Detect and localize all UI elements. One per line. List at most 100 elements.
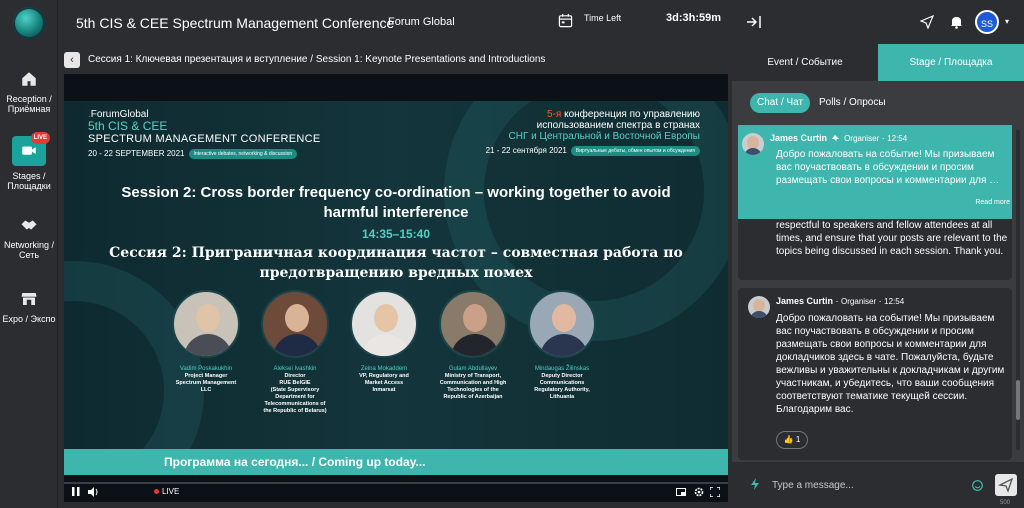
slide-ru-line3: СНГ и Центральной и Восточной Европы <box>508 131 700 142</box>
speaker-title: Telecommunications of <box>264 401 326 407</box>
pin-icon <box>831 134 839 141</box>
tab-stage[interactable]: Stage / Площадка <box>878 44 1024 81</box>
nav-item-reception[interactable]: Reception / Приёмная <box>0 70 58 114</box>
progress-bar[interactable] <box>64 482 728 484</box>
organizer-name: Forum Global <box>388 16 455 28</box>
chevron-down-icon[interactable]: ▾ <box>1005 17 1009 26</box>
session-title-ru: Сессия 2: Приграничная координация часто… <box>109 245 683 281</box>
stage-icon: LIVE <box>12 132 50 166</box>
time-left-label: Time Left <box>584 13 622 23</box>
conference-title: 5th CIS & CEE Spectrum Management Confer… <box>76 15 395 31</box>
direct-messages-icon[interactable] <box>920 15 934 29</box>
live-indicator: LIVE <box>154 487 179 496</box>
session-breadcrumb-text: Сессия 1: Ключевая презентация и вступле… <box>88 54 546 65</box>
nav-item-networking[interactable]: Networking / Сеть <box>0 216 58 260</box>
author-avatar <box>742 133 764 155</box>
speaker-title: Regulatory Authority, <box>534 387 590 393</box>
player-controls: LIVE <box>64 482 728 502</box>
thumbs-up-icon: 👍 <box>783 435 794 444</box>
speaker-title: the Republic of Belarus) <box>263 408 327 414</box>
speaker-photo <box>350 290 418 358</box>
author-avatar <box>748 296 770 318</box>
back-button[interactable]: ‹ <box>64 52 80 68</box>
speaker-photo <box>172 290 240 358</box>
picture-in-picture-icon[interactable] <box>676 488 686 496</box>
speaker-title: RUE BelGIE <box>279 380 311 386</box>
speaker-title: Communication and High <box>439 380 507 386</box>
nav-label-networking: Networking / Сеть <box>3 240 55 260</box>
emoji-icon[interactable] <box>972 480 983 491</box>
speaker-photo <box>528 290 596 358</box>
session-title-en: Session 2: Cross border frequency co-ord… <box>121 184 671 221</box>
nav-item-expo[interactable]: Expo / Экспо <box>0 290 58 324</box>
speaker-card: Zeina Mokaddem VP, Regulatory and Market A… <box>334 290 434 394</box>
pinned-message[interactable]: James Curtin Organiser · 12:54 Добро пож… <box>738 125 1012 219</box>
time-left-value: 3d:3h:59m <box>666 12 722 24</box>
chat-scrollbar[interactable] <box>1016 130 1020 450</box>
right-panel: SS ▾ Event / Событие Stage / Площадка Ch… <box>732 0 1024 508</box>
video-player[interactable]: .ForumGlobal 5th CIS & CEE SPECTRUM MANA… <box>64 74 728 502</box>
fullscreen-icon[interactable] <box>710 487 720 497</box>
message-header: James Curtin · Organiser · 12:54 <box>776 296 905 306</box>
speaker-photo <box>261 290 329 358</box>
message-input[interactable] <box>772 472 952 498</box>
session-time: 14:35–15:40 <box>361 227 431 241</box>
nav-label-expo: Expo / Экспо <box>2 314 56 324</box>
slide-header-ru: 5-я конференция по управлению использова… <box>486 109 700 156</box>
top-bar: 5th CIS & CEE Spectrum Management Confer… <box>58 0 732 44</box>
send-icon <box>997 477 1014 493</box>
panel-tabs: Event / Событие Stage / Площадка <box>732 44 1024 81</box>
lightning-icon[interactable] <box>750 478 760 490</box>
nav-label-reception: Reception / Приёмная <box>6 94 52 114</box>
read-more-link[interactable]: Read more <box>975 199 1010 206</box>
pause-icon[interactable] <box>72 487 80 496</box>
breadcrumb: ‹ Сессия 1: Ключевая презентация и вступ… <box>58 44 732 74</box>
home-icon <box>22 72 36 86</box>
speaker-card: Aleksei Ivashkin Director RUE BelGIE (State… <box>245 290 345 415</box>
reaction-thumbs-up[interactable]: 👍 1 <box>776 431 808 449</box>
user-avatar[interactable]: SS <box>975 10 999 34</box>
chat-subtabs: Chat / Чат Polls / Опросы <box>732 81 1024 125</box>
nav-item-stages[interactable]: LIVE Stages / Площадки <box>0 132 58 191</box>
calendar-icon <box>558 13 573 28</box>
speaker-title: Technologies of the <box>447 387 499 393</box>
presentation-slide: .ForumGlobal 5th CIS & CEE SPECTRUM MANA… <box>64 101 728 449</box>
scrollbar-thumb[interactable] <box>1016 380 1020 420</box>
speaker-list: Vadim Poskakukhin Project Manager Spectrum… <box>64 290 728 440</box>
message-text: Добро пожаловать на событие! Мы призывае… <box>776 313 1005 415</box>
speaker-title: Market Access <box>364 380 404 386</box>
notifications-bell-icon[interactable] <box>950 15 963 29</box>
slide-pill-ru: Виртуальные дебаты, обмен опытом и обсуж… <box>570 146 700 156</box>
slide-ru-line1: 5-я конференция по управлению <box>547 109 700 120</box>
speaker-card: Vadim Poskakukhin Project Manager Spectrum… <box>156 290 256 394</box>
tab-event[interactable]: Event / Событие <box>732 44 878 81</box>
send-button[interactable] <box>995 474 1017 496</box>
volume-icon[interactable] <box>88 487 99 497</box>
collapse-panel-icon[interactable] <box>746 15 762 29</box>
speaker-title: (State Supervisory <box>270 387 320 393</box>
speaker-name: Mindaugas Žilinskas <box>534 366 590 372</box>
speaker-title: Lithuania <box>549 394 575 400</box>
speaker-card: Gulam Abdullayev Ministry of Transport, Co… <box>423 290 523 401</box>
slide-date-ru: 21 - 22 сентября 2021 Виртуальные дебаты,… <box>486 146 700 156</box>
message-header: James Curtin Organiser · 12:54 <box>770 133 908 143</box>
speaker-title: Ministry of Transport, <box>444 373 502 379</box>
speaker-card: Mindaugas Žilinskas Deputy Director Commun… <box>512 290 612 401</box>
left-navigation: Reception / Приёмная LIVE Stages / Площа… <box>0 0 58 508</box>
speaker-title: Director <box>284 373 306 379</box>
handshake-icon <box>21 220 37 230</box>
slide-date-en: 20 - 22 SEPTEMBER 2021 Interactive debate… <box>88 149 320 159</box>
store-icon <box>21 293 37 305</box>
slide-conf-line2: SPECTRUM MANAGEMENT CONFERENCE <box>88 133 321 145</box>
settings-icon[interactable] <box>694 487 704 497</box>
subtab-chat[interactable]: Chat / Чат <box>750 93 811 113</box>
event-logo[interactable] <box>13 7 45 39</box>
speaker-title: Deputy Director <box>541 373 583 379</box>
subtab-polls[interactable]: Polls / Опросы <box>812 93 893 113</box>
coming-up-text: Программа на сегодня... / Coming up toda… <box>164 455 426 469</box>
speaker-title: Communications <box>539 380 585 386</box>
speaker-title: Republic of Azerbaijan <box>443 394 503 400</box>
speaker-name: Vadim Poskakukhin <box>179 366 233 372</box>
slide-conf-line1: 5th CIS & CEE <box>88 119 168 133</box>
speaker-title: VP, Regulatory and <box>359 373 409 379</box>
